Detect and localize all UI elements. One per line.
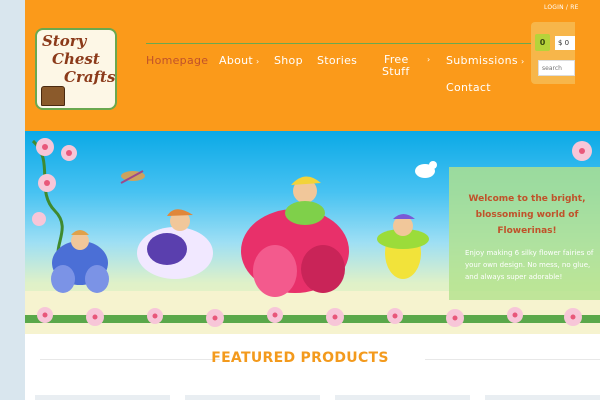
- nav-contact-label: Contact: [446, 81, 491, 94]
- treasure-chest-icon: [41, 86, 65, 106]
- chevron-right-icon: ›: [427, 55, 431, 64]
- page-side-strip: [0, 0, 25, 400]
- promo-heading: Welcome to the bright, blossoming world …: [468, 194, 586, 236]
- product-tile[interactable]: [485, 395, 600, 400]
- nav-shop-label: Shop: [274, 54, 303, 67]
- logo-text: Story Chest Crafts: [42, 32, 115, 86]
- nav-homepage[interactable]: Homepage: [146, 54, 208, 67]
- nav-stories-label: Stories: [317, 54, 358, 67]
- search-input[interactable]: [538, 60, 575, 76]
- promo-card: Welcome to the bright, blossoming world …: [449, 167, 600, 300]
- product-tile[interactable]: [35, 395, 170, 400]
- nav-homepage-label: Homepage: [146, 54, 209, 67]
- nav-about-label: About: [219, 54, 254, 67]
- nav-divider: [146, 43, 564, 44]
- cart-count-badge[interactable]: 0: [535, 34, 550, 51]
- nav-stuff-label: Stuff: [382, 65, 410, 78]
- nav-about[interactable]: About ›: [219, 54, 260, 67]
- login-register-link[interactable]: LOGIN / RE: [544, 4, 579, 11]
- logo-line-1: Story: [42, 32, 87, 50]
- nav-shop[interactable]: Shop: [274, 54, 303, 67]
- nav-contact[interactable]: Contact: [446, 81, 491, 94]
- cart-total[interactable]: $ 0: [555, 36, 575, 50]
- site-header: Story Chest Crafts Homepage About › Shop …: [25, 0, 600, 131]
- product-tile[interactable]: [185, 395, 320, 400]
- chevron-right-icon: ›: [520, 57, 525, 66]
- featured-products-heading: FEATURED PRODUCTS: [211, 350, 389, 366]
- product-tile[interactable]: [335, 395, 470, 400]
- promo-body: Enjoy making 6 silky flower fairies of y…: [465, 249, 594, 281]
- logo[interactable]: Story Chest Crafts: [35, 28, 117, 110]
- logo-line-2: Chest: [52, 50, 100, 68]
- nav-stories[interactable]: Stories: [317, 54, 357, 67]
- chevron-right-icon: ›: [256, 57, 260, 66]
- logo-line-3: Crafts: [64, 68, 116, 86]
- nav-submissions-label: Submissions: [446, 54, 518, 67]
- hero-banner[interactable]: Welcome to the bright, blossoming world …: [25, 131, 600, 334]
- nav-submissions[interactable]: Submissions ›: [446, 54, 524, 67]
- flower-border: [25, 307, 600, 327]
